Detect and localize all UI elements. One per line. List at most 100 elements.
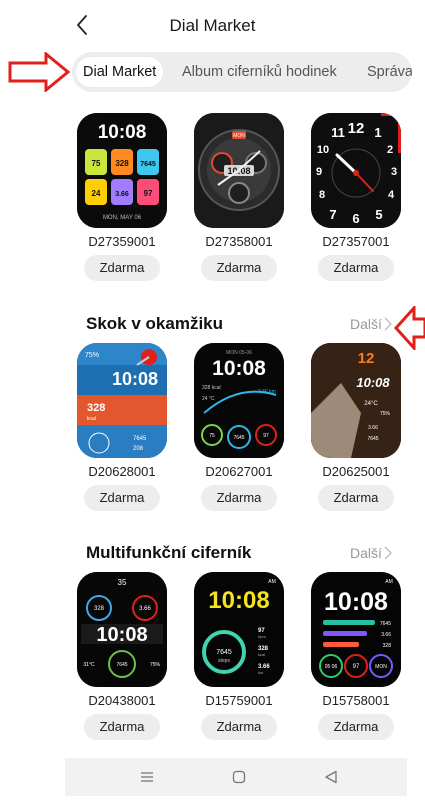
svg-text:75: 75	[209, 433, 215, 439]
svg-text:7645: 7645	[233, 435, 244, 441]
nav-home-button[interactable]	[228, 767, 250, 787]
svg-text:328 kcal: 328 kcal	[202, 385, 221, 391]
svg-text:km: km	[258, 670, 264, 675]
tab-bar: Dial Market Album ciferníků hodinek Sprá…	[72, 52, 412, 92]
svg-text:10:08: 10:08	[324, 588, 388, 616]
svg-text:05 06: 05 06	[325, 664, 338, 670]
watch-face-id: D20628001	[88, 464, 156, 479]
free-button[interactable]: Zdarma	[84, 255, 160, 281]
svg-text:4: 4	[388, 189, 395, 201]
free-button[interactable]: Zdarma	[318, 255, 394, 281]
free-button[interactable]: Zdarma	[84, 714, 160, 740]
svg-text:AM: AM	[268, 579, 276, 585]
section-title: Skok v okamžiku	[86, 314, 224, 333]
svg-text:bpm: bpm	[258, 634, 266, 639]
svg-text:10:08: 10:08	[112, 369, 158, 389]
svg-text:7645: 7645	[116, 662, 127, 668]
svg-text:11: 11	[331, 125, 345, 140]
svg-text:MON 05-06: MON 05-06	[226, 350, 252, 356]
svg-text:3.66: 3.66	[115, 191, 129, 198]
svg-text:10:08: 10:08	[212, 357, 266, 380]
system-nav-bar	[65, 758, 407, 796]
menu-icon	[141, 772, 153, 782]
svg-text:75%: 75%	[85, 352, 99, 359]
nav-back-button[interactable]	[320, 767, 342, 787]
watch-face-preview[interactable]: 10:08 MON	[194, 113, 284, 228]
svg-text:24°C: 24°C	[364, 401, 378, 407]
watch-face-card[interactable]: AM 10:08 7645 3.66 328 05 06 97 MON D157…	[306, 572, 406, 742]
watch-face-preview[interactable]: AM 10:08 7645 steps 97 bpm 328 kcal 3.66…	[194, 572, 284, 687]
svg-text:3: 3	[391, 166, 397, 178]
watch-face-card[interactable]: 75% 10:08 328 kcal 7645 208 D20628001 Zd…	[72, 343, 172, 513]
svg-text:MON: MON	[233, 133, 245, 139]
free-button[interactable]: Zdarma	[201, 714, 277, 740]
more-link[interactable]: Další	[350, 545, 392, 561]
chevron-right-icon	[384, 546, 392, 560]
svg-text:3.66: 3.66	[381, 632, 391, 638]
free-button[interactable]: Zdarma	[84, 485, 160, 511]
nav-menu-button[interactable]	[136, 767, 158, 787]
svg-text:75%: 75%	[380, 411, 391, 417]
page-title: Dial Market	[169, 16, 256, 35]
svg-text:328: 328	[383, 643, 392, 649]
free-button[interactable]: Zdarma	[318, 485, 394, 511]
watch-face-preview[interactable]: 10:08 75 328 7645 24 3.66 97 MON, MAY 06	[77, 113, 167, 228]
free-button[interactable]: Zdarma	[201, 255, 277, 281]
svg-text:10:08: 10:08	[96, 624, 147, 646]
back-triangle-icon	[325, 770, 337, 784]
chevron-right-icon	[384, 317, 392, 331]
svg-text:AM: AM	[385, 579, 393, 585]
svg-text:steps: steps	[218, 658, 230, 664]
svg-text:10:08: 10:08	[356, 375, 390, 390]
svg-text:3.66: 3.66	[368, 425, 378, 431]
svg-text:8: 8	[319, 189, 325, 201]
tab-manage[interactable]: Správa	[367, 57, 412, 87]
free-button[interactable]: Zdarma	[201, 485, 277, 511]
tab-dial-album[interactable]: Album ciferníků hodinek	[182, 57, 337, 87]
watch-face-card[interactable]: 35 328 3.66 10:08 7645 31°C 75% D2043800…	[72, 572, 172, 742]
watch-face-preview[interactable]: 75% 10:08 328 kcal 7645 208	[77, 343, 167, 458]
watch-face-card[interactable]: MON 05-06 10:08 328 kcal 24 °C 3.66 km 7…	[189, 343, 289, 513]
section-title: Multifunkční ciferník	[86, 543, 252, 562]
watch-face-id: D15759001	[205, 693, 273, 708]
watch-face-preview[interactable]: 35 328 3.66 10:08 7645 31°C 75%	[77, 572, 167, 687]
watch-face-card[interactable]: 10:08 MON D27358001 Zdarma	[189, 113, 289, 283]
svg-text:24: 24	[92, 189, 101, 198]
watch-face-preview[interactable]: 11 12 1 10 2 9 3 8 4 7 6 5	[311, 113, 401, 228]
more-label: Další	[350, 545, 382, 561]
svg-text:35: 35	[118, 578, 127, 587]
watch-face-preview[interactable]: AM 10:08 7645 3.66 328 05 06 97 MON	[311, 572, 401, 687]
svg-text:97: 97	[144, 189, 153, 198]
svg-text:MON, MAY 06: MON, MAY 06	[103, 215, 142, 221]
watch-face-preview[interactable]: MON 05-06 10:08 328 kcal 24 °C 3.66 km 7…	[194, 343, 284, 458]
watch-face-card[interactable]: AM 10:08 7645 steps 97 bpm 328 kcal 3.66…	[189, 572, 289, 742]
watch-face-card[interactable]: 12 10:08 24°C 75% 3.66 7645 D20625001 Zd…	[306, 343, 406, 513]
svg-text:MON: MON	[375, 664, 387, 670]
watch-face-preview[interactable]: 12 10:08 24°C 75% 3.66 7645	[311, 343, 401, 458]
watch-face-id: D20627001	[205, 464, 273, 479]
watch-face-card[interactable]: 11 12 1 10 2 9 3 8 4 7 6 5 D27357001 Zda…	[306, 113, 406, 283]
svg-text:97: 97	[263, 433, 269, 439]
svg-text:97: 97	[353, 664, 360, 670]
svg-text:75%: 75%	[150, 662, 161, 668]
home-icon	[232, 770, 246, 784]
svg-text:12: 12	[348, 120, 365, 137]
annotation-arrow-right	[8, 52, 70, 92]
watch-face-id: D15758001	[322, 693, 390, 708]
svg-text:kcal: kcal	[87, 416, 96, 422]
svg-text:31°C: 31°C	[83, 662, 95, 668]
watch-face-id: D27357001	[322, 234, 390, 249]
svg-text:2: 2	[387, 144, 393, 156]
svg-text:7645: 7645	[367, 436, 378, 442]
svg-text:5: 5	[375, 207, 382, 222]
svg-text:12: 12	[358, 350, 375, 367]
tab-dial-market[interactable]: Dial Market	[76, 57, 164, 87]
more-link[interactable]: Další	[350, 316, 392, 332]
svg-text:7645: 7645	[140, 161, 156, 168]
svg-text:6: 6	[352, 211, 359, 226]
watch-face-card[interactable]: 10:08 75 328 7645 24 3.66 97 MON, MAY 06…	[72, 113, 172, 283]
svg-text:kcal: kcal	[258, 652, 265, 657]
svg-text:1: 1	[374, 125, 381, 140]
svg-text:24 °C: 24 °C	[202, 396, 215, 402]
free-button[interactable]: Zdarma	[318, 714, 394, 740]
